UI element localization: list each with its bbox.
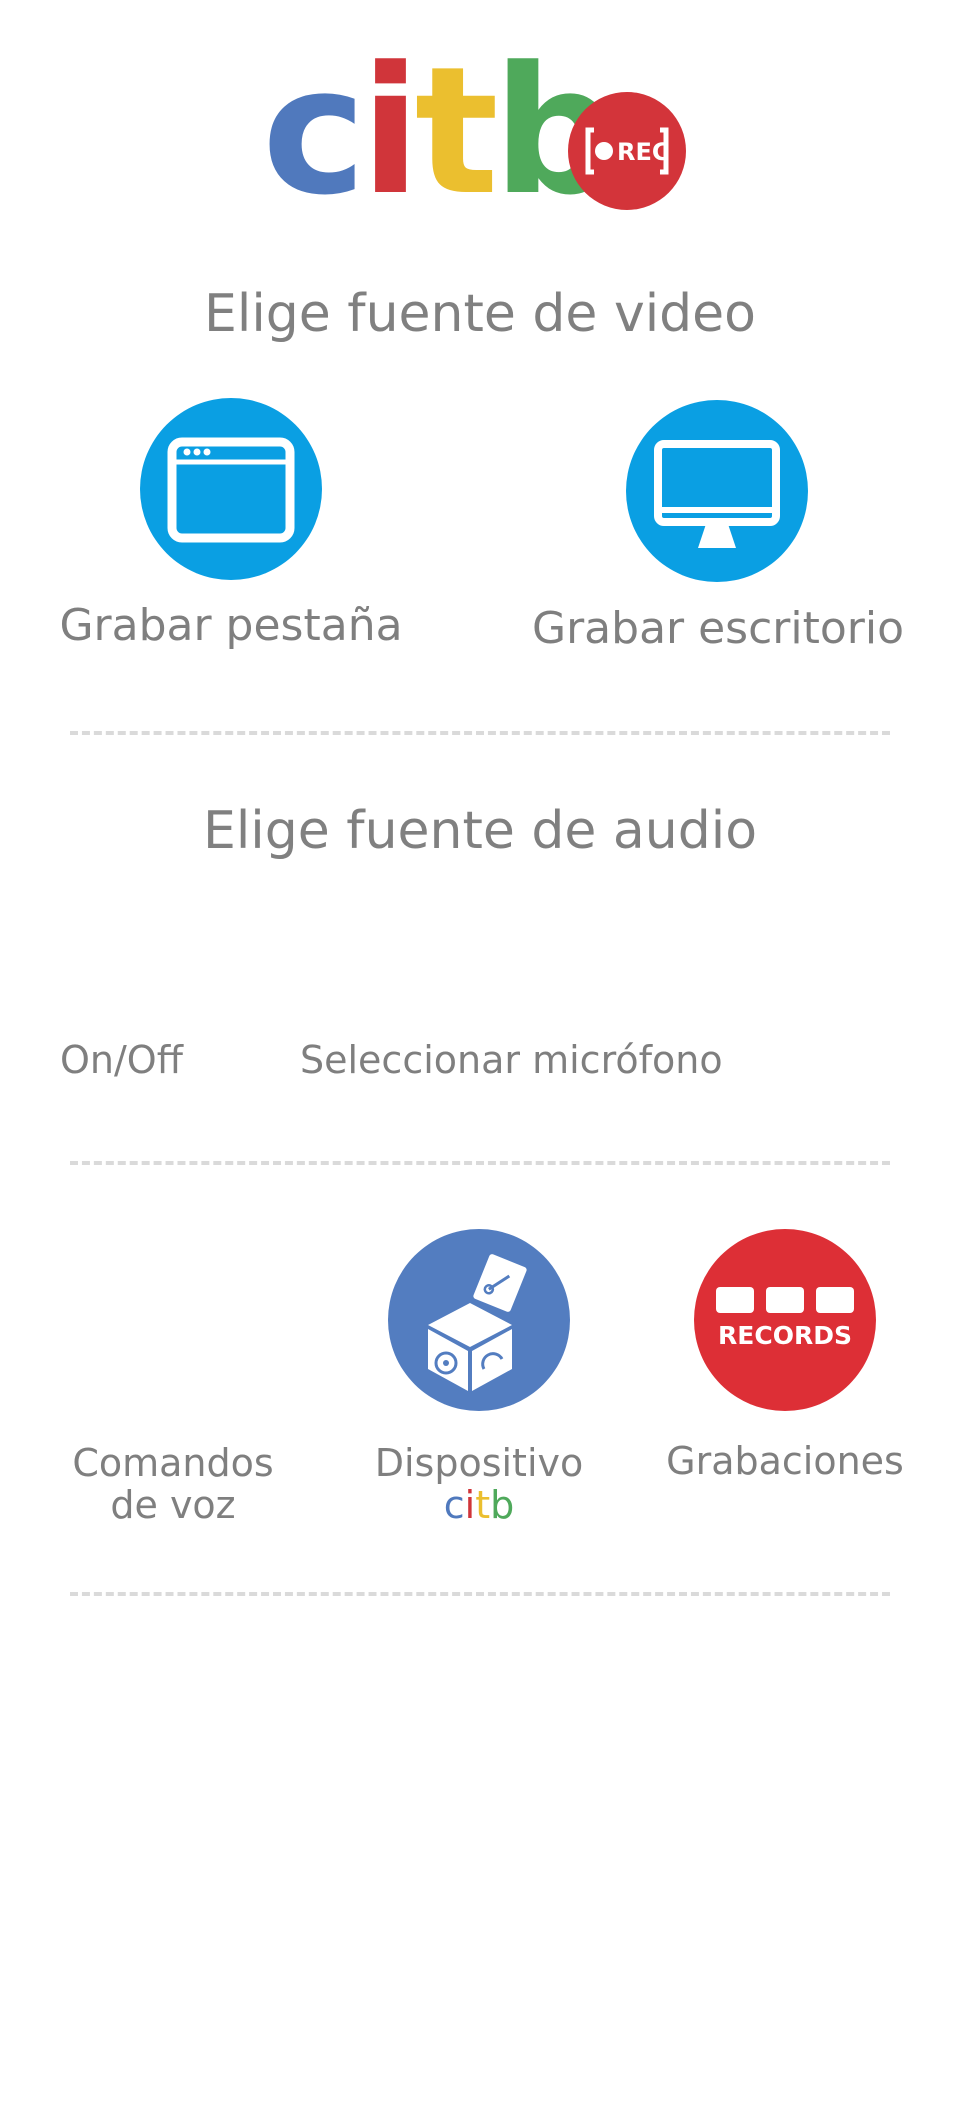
rec-badge-text: REC: [617, 138, 670, 166]
voice-commands-line1: Comandos: [72, 1441, 274, 1485]
rec-badge-graphic: REC: [585, 127, 670, 175]
brand-letter-c: c: [443, 1483, 465, 1527]
select-microphone-button[interactable]: Seleccionar micrófono: [300, 1039, 800, 1081]
brand-letter-i: i: [464, 1483, 476, 1527]
records-icon-block: [716, 1287, 754, 1313]
recordings-label[interactable]: Grabaciones: [640, 1440, 930, 1482]
citb-device-label[interactable]: Dispositivo citb: [350, 1442, 608, 1526]
citb-device-brand: citb: [350, 1484, 608, 1526]
brand-letter-t: t: [475, 1483, 491, 1527]
section-divider: [70, 1592, 890, 1596]
record-desktop-label[interactable]: Grabar escritorio: [518, 603, 918, 654]
recordings-button[interactable]: RECORDS: [694, 1229, 876, 1411]
records-icon-block: [816, 1287, 854, 1313]
citb-device-box-icon: [428, 1254, 527, 1391]
brand-letter-b: b: [490, 1483, 515, 1527]
records-icon: RECORDS: [718, 1321, 852, 1350]
section-divider: [70, 731, 890, 735]
section-divider: [70, 1161, 890, 1165]
browser-window-icon: [167, 437, 295, 543]
desktop-monitor-icon: [654, 440, 780, 548]
record-desktop-button[interactable]: [626, 400, 808, 582]
logo-letter-t: t: [414, 29, 499, 234]
logo-letter-i: i: [360, 29, 420, 234]
record-tab-button[interactable]: [140, 398, 322, 580]
audio-source-heading: Elige fuente de audio: [202, 801, 758, 861]
audio-toggle-label[interactable]: On/Off: [60, 1039, 210, 1081]
video-source-heading: Elige fuente de video: [204, 284, 756, 344]
citb-device-line1: Dispositivo: [374, 1441, 584, 1485]
record-tab-label[interactable]: Grabar pestaña: [40, 600, 422, 651]
logo-letter-c: c: [262, 29, 366, 234]
citb-device-button[interactable]: [388, 1229, 570, 1411]
records-icon-block: [766, 1287, 804, 1313]
voice-commands-line2: de voz: [110, 1483, 236, 1527]
rec-badge-icon: REC: [568, 92, 686, 210]
voice-commands-button[interactable]: Comandos de voz: [50, 1442, 296, 1526]
citb-logo: c i t b: [262, 44, 619, 220]
